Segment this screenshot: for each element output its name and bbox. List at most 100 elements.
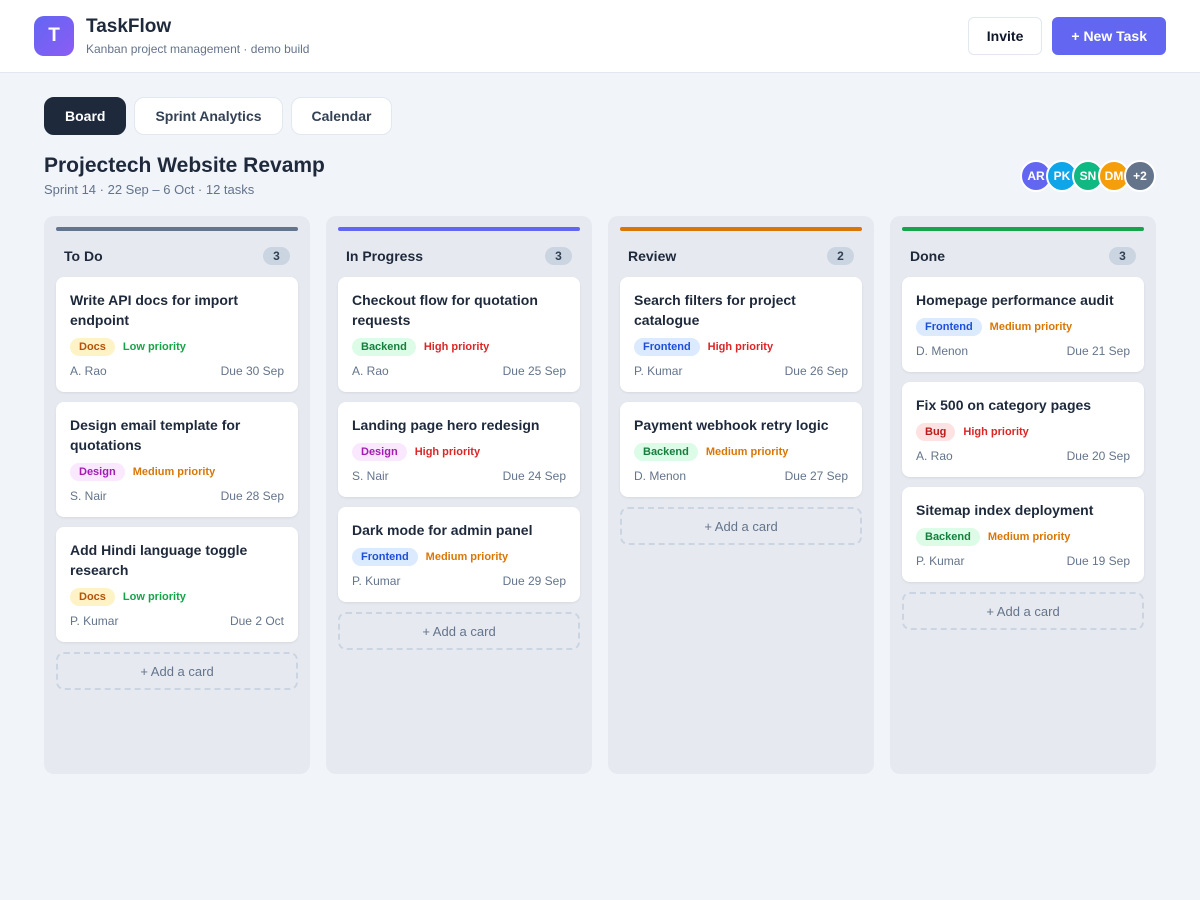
task-assignee: P. Kumar bbox=[70, 614, 119, 628]
task-card[interactable]: Landing page hero redesign Design High pri… bbox=[338, 402, 580, 497]
priority-label: Medium priority bbox=[132, 466, 216, 478]
task-tags: Docs Low priority bbox=[70, 588, 284, 606]
column-color-bar bbox=[620, 227, 862, 231]
column-header: To Do 3 bbox=[56, 247, 298, 265]
priority-label: Medium priority bbox=[705, 446, 789, 458]
task-footer: S. Nair Due 28 Sep bbox=[70, 489, 284, 503]
task-due-date: Due 21 Sep bbox=[1066, 344, 1130, 358]
task-due-date: Due 2 Oct bbox=[229, 614, 284, 628]
task-footer: P. Kumar Due 29 Sep bbox=[352, 574, 566, 588]
task-card[interactable]: Checkout flow for quotation requests Back… bbox=[338, 277, 580, 392]
tab-sprint-analytics[interactable]: Sprint Analytics bbox=[134, 97, 283, 135]
task-assignee: A. Rao bbox=[70, 364, 107, 378]
task-due-date: Due 30 Sep bbox=[220, 364, 284, 378]
task-tags: Frontend Medium priority bbox=[916, 318, 1130, 336]
column-header: Review 2 bbox=[620, 247, 862, 265]
column-title: Review bbox=[628, 248, 677, 264]
task-card[interactable]: Add Hindi language toggle research Docs Lo… bbox=[56, 527, 298, 642]
column-color-bar bbox=[56, 227, 298, 231]
app-subtitle: Kanban project management · demo build bbox=[86, 42, 310, 56]
board-column: In Progress 3 Checkout flow for quotation … bbox=[326, 216, 592, 774]
task-footer: D. Menon Due 27 Sep bbox=[634, 469, 848, 483]
add-card-button[interactable]: + Add a card bbox=[620, 507, 862, 545]
category-tag: Frontend bbox=[916, 318, 982, 336]
task-assignee: P. Kumar bbox=[916, 554, 965, 568]
task-assignee: P. Kumar bbox=[352, 574, 401, 588]
task-assignee: S. Nair bbox=[70, 489, 107, 503]
task-title: Checkout flow for quotation requests bbox=[352, 292, 538, 328]
task-card[interactable]: Design email template for quotations Desi… bbox=[56, 402, 298, 517]
task-card[interactable]: Fix 500 on category pages Bug High priorit… bbox=[902, 382, 1144, 477]
task-assignee: P. Kumar bbox=[634, 364, 683, 378]
priority-label: Medium priority bbox=[425, 551, 509, 563]
tab-calendar[interactable]: Calendar bbox=[290, 97, 393, 135]
task-assignee: A. Rao bbox=[916, 449, 953, 463]
category-tag: Backend bbox=[352, 338, 416, 356]
tab-board[interactable]: Board bbox=[44, 97, 127, 135]
project-subtitle: Sprint 14 · 22 Sep – 6 Oct · 12 tasks bbox=[44, 182, 255, 197]
task-title: Search filters for project catalogue bbox=[634, 292, 796, 328]
category-tag: Backend bbox=[916, 528, 980, 546]
task-assignee: D. Menon bbox=[916, 344, 969, 358]
task-footer: P. Kumar Due 2 Oct bbox=[70, 614, 284, 628]
app-name: TaskFlow bbox=[86, 16, 172, 37]
add-card-button[interactable]: + Add a card bbox=[56, 652, 298, 690]
task-tags: Docs Low priority bbox=[70, 338, 284, 356]
add-card-button[interactable]: + Add a card bbox=[902, 592, 1144, 630]
app-logo[interactable]: T bbox=[34, 16, 74, 56]
task-title: Homepage performance audit bbox=[916, 292, 1114, 308]
category-tag: Frontend bbox=[352, 548, 418, 566]
task-due-date: Due 25 Sep bbox=[502, 364, 566, 378]
category-tag: Design bbox=[70, 463, 125, 481]
priority-label: High priority bbox=[423, 341, 490, 353]
task-card[interactable]: Payment webhook retry logic Backend Medium… bbox=[620, 402, 862, 497]
task-tags: Frontend High priority bbox=[634, 338, 848, 356]
board-column: Done 3 Homepage performance audit Frontend M… bbox=[890, 216, 1156, 774]
task-tags: Bug High priority bbox=[916, 423, 1130, 441]
column-header: Done 3 bbox=[902, 247, 1144, 265]
priority-label: High priority bbox=[414, 446, 481, 458]
task-title: Sitemap index deployment bbox=[916, 502, 1094, 518]
task-tags: Design Medium priority bbox=[70, 463, 284, 481]
new-task-button[interactable]: + New Task bbox=[1052, 17, 1166, 55]
task-footer: S. Nair Due 24 Sep bbox=[352, 469, 566, 483]
column-color-bar bbox=[902, 227, 1144, 231]
member-avatar[interactable]: +2 bbox=[1124, 160, 1156, 192]
priority-label: Low priority bbox=[122, 341, 186, 353]
project-title: Projectech Website Revamp bbox=[44, 154, 325, 177]
add-card-button[interactable]: + Add a card bbox=[338, 612, 580, 650]
board-column: To Do 3 Write API docs for import endpoint… bbox=[44, 216, 310, 774]
invite-button[interactable]: Invite bbox=[967, 17, 1043, 55]
kanban-board: To Do 3 Write API docs for import endpoint… bbox=[44, 216, 1156, 774]
brand-block: TaskFlow Kanban project management · dem… bbox=[86, 16, 309, 56]
priority-label: Medium priority bbox=[989, 321, 1073, 333]
category-tag: Docs bbox=[70, 338, 115, 356]
task-card[interactable]: Sitemap index deployment Backend Medium pr… bbox=[902, 487, 1144, 582]
task-due-date: Due 27 Sep bbox=[784, 469, 848, 483]
task-card[interactable]: Homepage performance audit Frontend Medium… bbox=[902, 277, 1144, 372]
task-title: Dark mode for admin panel bbox=[352, 522, 533, 538]
card-list: Write API docs for import endpoint Docs Lo… bbox=[56, 277, 298, 642]
task-tags: Frontend Medium priority bbox=[352, 548, 566, 566]
task-title: Fix 500 on category pages bbox=[916, 397, 1092, 413]
category-tag: Bug bbox=[916, 423, 956, 441]
task-card[interactable]: Dark mode for admin panel Frontend Medium … bbox=[338, 507, 580, 602]
priority-label: High priority bbox=[963, 426, 1029, 438]
task-due-date: Due 28 Sep bbox=[220, 489, 284, 503]
task-card[interactable]: Write API docs for import endpoint Docs Lo… bbox=[56, 277, 298, 392]
task-due-date: Due 26 Sep bbox=[784, 364, 848, 378]
column-title: To Do bbox=[64, 248, 103, 264]
card-list: Homepage performance audit Frontend Medium… bbox=[902, 277, 1144, 582]
task-due-date: Due 19 Sep bbox=[1066, 554, 1130, 568]
top-actions: Invite + New Task bbox=[967, 17, 1166, 55]
task-due-date: Due 29 Sep bbox=[502, 574, 566, 588]
member-avatars: AR PK SN DM +2 bbox=[1020, 160, 1156, 192]
task-footer: A. Rao Due 20 Sep bbox=[916, 449, 1130, 463]
task-title: Write API docs for import endpoint bbox=[70, 292, 239, 328]
task-card[interactable]: Search filters for project catalogue Fron… bbox=[620, 277, 862, 392]
task-footer: A. Rao Due 30 Sep bbox=[70, 364, 284, 378]
task-tags: Design High priority bbox=[352, 443, 566, 461]
card-list: Checkout flow for quotation requests Back… bbox=[338, 277, 580, 602]
task-footer: A. Rao Due 25 Sep bbox=[352, 364, 566, 378]
task-tags: Backend High priority bbox=[352, 338, 566, 356]
